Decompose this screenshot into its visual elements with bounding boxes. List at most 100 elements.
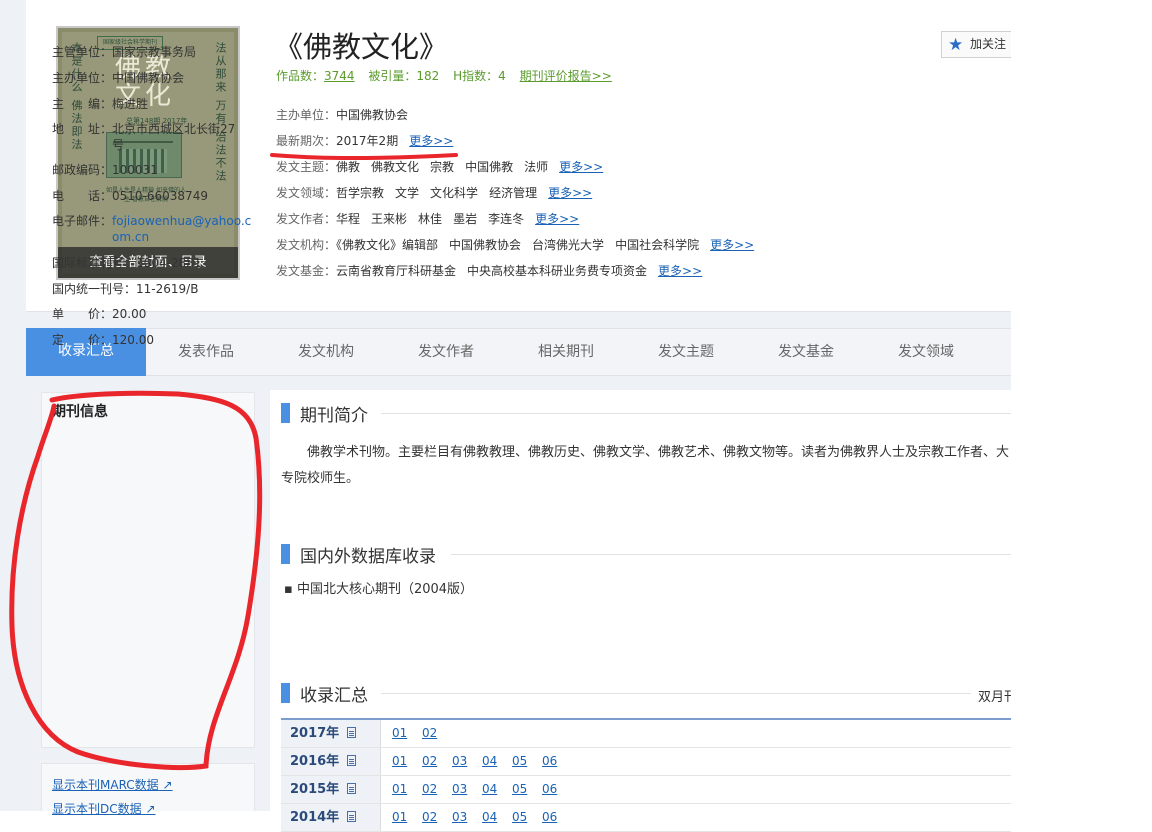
info-value[interactable]: 中国社会科学院 (615, 238, 699, 252)
issue-link[interactable]: 02 (422, 804, 452, 831)
more-link[interactable]: 更多>> (535, 212, 579, 226)
document-icon[interactable] (347, 783, 357, 794)
intro-text: 佛教学术刊物。主要栏目有佛教教理、佛教历史、佛教文学、佛教艺术、佛教文物等。读者… (281, 445, 1010, 486)
issue-link[interactable]: 05 (512, 748, 542, 775)
info-value[interactable]: 林佳 (418, 212, 442, 226)
info-value[interactable]: 华程 (336, 212, 360, 226)
info-row: 发文领域：哲学宗教 文学 文化科学 经济管理 更多>> (276, 184, 754, 210)
field-label: 邮政编码： (52, 163, 113, 177)
tab-1[interactable]: 发表作品 (146, 329, 266, 376)
issue-link[interactable]: 02 (422, 748, 452, 775)
tab-3[interactable]: 发文作者 (386, 329, 506, 376)
issue-index-table: 2017年 01 02 2016年 01 02 03 04 05 06 2015年 01 02 03 04 0… (281, 718, 1011, 832)
blank-margin (1011, 0, 1152, 811)
info-value[interactable]: 文学 (395, 186, 419, 200)
info-field: 国际标准刊号：1004-2881 (52, 255, 201, 271)
info-row: 发文基金：云南省教育厅科研基金 中央高校基本科研业务费专项资金 更多>> (276, 262, 754, 288)
info-value[interactable]: 中国佛教协会 (336, 108, 408, 122)
field-label: 地 址： (52, 122, 113, 136)
evaluation-report-link[interactable]: 期刊评价报告>> (520, 69, 612, 83)
issue-link[interactable]: 02 (422, 776, 452, 803)
issue-link[interactable]: 04 (482, 776, 512, 803)
document-icon[interactable] (347, 727, 357, 738)
issue-link[interactable]: 05 (512, 776, 542, 803)
year-cell[interactable]: 2016年 (281, 748, 381, 775)
info-value[interactable]: 中国佛教 (465, 160, 513, 174)
issue-link[interactable]: 03 (452, 804, 482, 831)
info-value[interactable]: 王来彬 (371, 212, 407, 226)
main-content: 期刊简介 佛教学术刊物。主要栏目有佛教教理、佛教历史、佛教文学、佛教艺术、佛教文… (270, 390, 1017, 832)
more-link[interactable]: 更多>> (658, 264, 702, 278)
issue-link[interactable]: 01 (392, 776, 422, 803)
info-value[interactable]: 宗教 (430, 160, 454, 174)
table-row: 2016年 01 02 03 04 05 06 (281, 748, 1011, 776)
info-value[interactable]: 哲学宗教 (336, 186, 384, 200)
tab-7[interactable]: 发文领域 (866, 329, 986, 376)
h-index-label: H指数： (453, 69, 499, 83)
field-label: 单 价： (52, 307, 113, 321)
more-link[interactable]: 更多>> (548, 186, 592, 200)
field-value-cont[interactable]: om.cn (112, 230, 149, 244)
info-label: 发文领域： (276, 186, 337, 200)
issue-link[interactable]: 01 (392, 748, 422, 775)
issue-link[interactable]: 05 (512, 804, 542, 831)
info-value[interactable]: 李连冬 (488, 212, 524, 226)
issue-link[interactable]: 02 (422, 720, 452, 747)
info-value[interactable]: 2017年2期 (336, 134, 398, 148)
db-list-item: ▪ 中国北大核心期刊（2004版） (284, 582, 474, 597)
field-value: 100031 (112, 163, 158, 177)
intro-title: 期刊简介 (300, 406, 368, 426)
info-value[interactable]: 经济管理 (489, 186, 537, 200)
info-value[interactable]: 中国佛教协会 (449, 238, 521, 252)
info-value[interactable]: 中央高校基本科研业务费专项资金 (467, 264, 647, 278)
works-count[interactable]: 3744 (324, 69, 355, 83)
document-icon[interactable] (347, 811, 357, 822)
more-link[interactable]: 更多>> (710, 238, 754, 252)
more-link[interactable]: 更多>> (409, 134, 453, 148)
info-label: 发文基金： (276, 264, 337, 278)
more-link[interactable]: 更多>> (559, 160, 603, 174)
info-field: 定 价：120.00 (52, 332, 154, 348)
info-value[interactable]: 云南省教育厅科研基金 (336, 264, 456, 278)
issue-link[interactable]: 01 (392, 720, 422, 747)
info-value[interactable]: 台湾佛光大学 (532, 238, 604, 252)
field-label: 电子邮件： (52, 214, 113, 228)
info-value[interactable]: 佛教文化 (371, 160, 419, 174)
tab-2[interactable]: 发文机构 (266, 329, 386, 376)
tab-6[interactable]: 发文基金 (746, 329, 866, 376)
issue-link[interactable]: 04 (482, 804, 512, 831)
tab-5[interactable]: 发文主题 (626, 329, 746, 376)
issue-link[interactable]: 04 (482, 748, 512, 775)
info-value[interactable]: 墨岩 (453, 212, 477, 226)
info-value[interactable]: 《佛教文化》编辑部 (336, 238, 438, 252)
info-value[interactable]: 法师 (524, 160, 548, 174)
marc-data-link[interactable]: 显示本刊MARC数据 ↗ (52, 776, 173, 793)
star-icon: ★ (948, 35, 964, 55)
field-value: 1004-2881 (136, 256, 202, 270)
issue-link[interactable]: 03 (452, 776, 482, 803)
info-field: 单 价：20.00 (52, 306, 146, 322)
tab-4[interactable]: 相关期刊 (506, 329, 626, 376)
year-cell[interactable]: 2017年 (281, 720, 381, 747)
issue-links: 01 02 (392, 720, 452, 747)
issue-link[interactable]: 06 (542, 804, 572, 831)
cited-label: 被引量： (368, 69, 417, 83)
follow-button[interactable]: ★ 加关注 (941, 31, 1011, 58)
info-value[interactable]: 文化科学 (430, 186, 478, 200)
issue-link[interactable]: 01 (392, 804, 422, 831)
field-value[interactable]: fojiaowenhua@yahoo.c (112, 214, 251, 228)
dc-data-link[interactable]: 显示本刊DC数据 ↗ (52, 800, 156, 817)
issue-link[interactable]: 06 (542, 776, 572, 803)
journal-title: 《佛教文化》 (274, 30, 449, 64)
year-cell[interactable]: 2015年 (281, 776, 381, 803)
tab-bar: 收录汇总 发表作品 发文机构 发文作者 相关期刊 发文主题 发文基金 发文领域 (26, 328, 1011, 376)
issue-link[interactable]: 03 (452, 748, 482, 775)
field-value-cont: 号 (112, 138, 125, 152)
issue-link[interactable]: 06 (542, 748, 572, 775)
field-value: 120.00 (112, 333, 155, 347)
field-value: 国家宗教事务局 (112, 45, 197, 59)
year-cell[interactable]: 2014年 (281, 804, 381, 831)
document-icon[interactable] (347, 755, 357, 766)
field-label: 主 编： (52, 97, 113, 111)
info-value[interactable]: 佛教 (336, 160, 360, 174)
